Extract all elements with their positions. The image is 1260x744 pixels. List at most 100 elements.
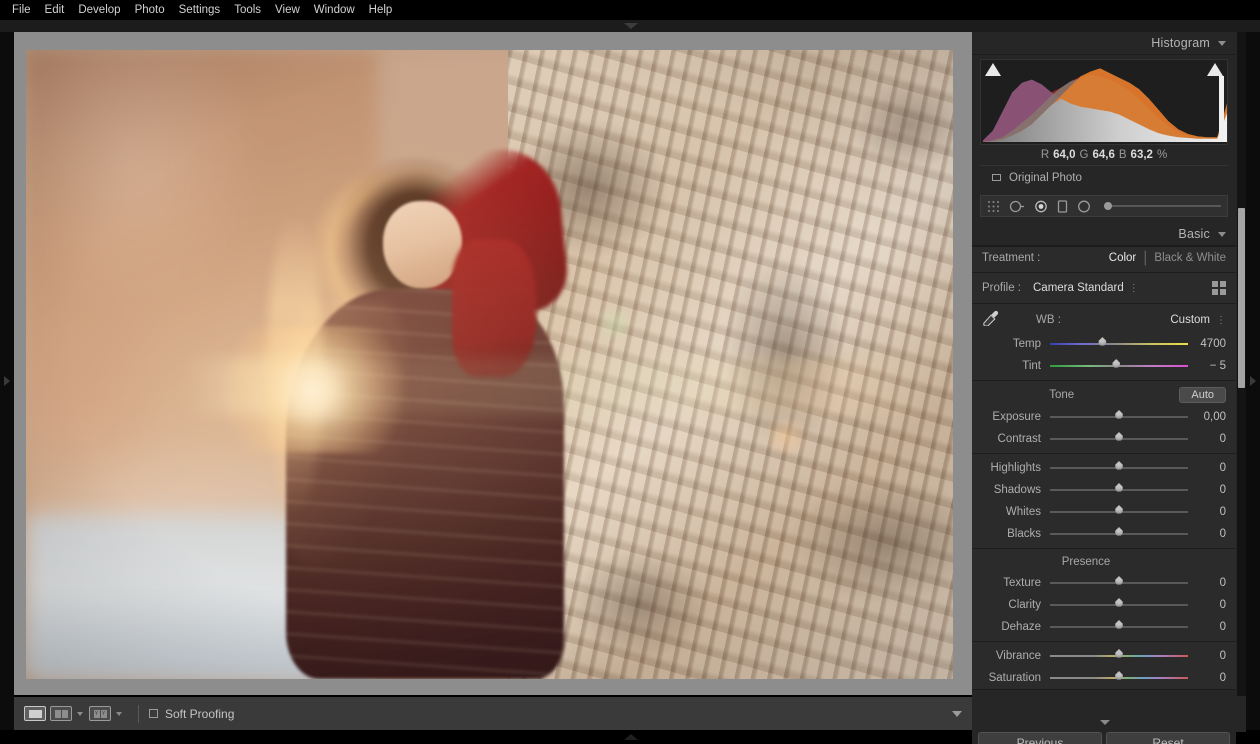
slider-exposure[interactable] bbox=[1050, 411, 1188, 423]
shadow-clipping-indicator[interactable] bbox=[985, 63, 1001, 76]
original-photo-row[interactable]: Original Photo bbox=[980, 165, 1228, 189]
tool-amount-slider-knob[interactable] bbox=[1104, 202, 1112, 210]
survey-view-options-caret-icon[interactable] bbox=[116, 711, 122, 716]
photo-frame[interactable] bbox=[14, 32, 972, 695]
slider-knob-blacks[interactable] bbox=[1114, 527, 1125, 540]
slider-tint[interactable] bbox=[1050, 360, 1188, 372]
top-panel-collapse-arrow-icon[interactable] bbox=[624, 22, 638, 30]
toolbar-options-caret-icon[interactable] bbox=[952, 710, 962, 717]
slider-whites[interactable] bbox=[1050, 506, 1188, 518]
slider-value-shadows[interactable]: 0 bbox=[1188, 484, 1226, 496]
menu-item-file[interactable]: File bbox=[5, 0, 38, 20]
slider-value-saturation[interactable]: 0 bbox=[1188, 672, 1226, 684]
loupe-view-button[interactable] bbox=[24, 706, 46, 721]
slider-value-highlights[interactable]: 0 bbox=[1188, 462, 1226, 474]
auto-tone-button[interactable]: Auto bbox=[1179, 387, 1226, 403]
tool-amount-slider[interactable] bbox=[1104, 202, 1221, 210]
slider-value-vibrance[interactable]: 0 bbox=[1188, 650, 1226, 662]
menu-item-view[interactable]: View bbox=[268, 0, 307, 20]
slider-value-clarity[interactable]: 0 bbox=[1188, 599, 1226, 611]
targeted-adjustment-tool-icon[interactable] bbox=[980, 695, 991, 696]
photo-preview[interactable] bbox=[26, 50, 953, 679]
slider-value-temp[interactable]: 4700 bbox=[1188, 338, 1226, 350]
slider-label-tint[interactable]: Tint bbox=[980, 360, 1050, 372]
slider-shadows[interactable] bbox=[1050, 484, 1188, 496]
slider-knob-exposure[interactable] bbox=[1114, 410, 1125, 423]
right-panel-scrollbar[interactable] bbox=[1237, 32, 1246, 696]
slider-label-clarity[interactable]: Clarity bbox=[980, 599, 1050, 611]
tone-curve-panel-header[interactable]: Tone Curve bbox=[972, 689, 1236, 696]
white-balance-selector-tool[interactable] bbox=[980, 310, 1002, 331]
red-eye-correction-tool[interactable] bbox=[1034, 200, 1048, 213]
menu-item-help[interactable]: Help bbox=[362, 0, 400, 20]
slider-dehaze[interactable] bbox=[1050, 621, 1188, 633]
slider-knob-highlights[interactable] bbox=[1114, 461, 1125, 474]
slider-knob-contrast[interactable] bbox=[1114, 432, 1125, 445]
slider-knob-clarity[interactable] bbox=[1114, 598, 1125, 611]
slider-label-shadows[interactable]: Shadows bbox=[980, 484, 1050, 496]
slider-contrast[interactable] bbox=[1050, 433, 1188, 445]
soft-proofing-checkbox[interactable] bbox=[149, 709, 158, 718]
slider-label-contrast[interactable]: Contrast bbox=[980, 433, 1050, 445]
reset-button[interactable]: Reset bbox=[1106, 732, 1230, 744]
chevron-down-icon[interactable] bbox=[1218, 40, 1226, 46]
slider-label-exposure[interactable]: Exposure bbox=[980, 411, 1050, 423]
white-balance-value[interactable]: Custom bbox=[1170, 314, 1210, 326]
menu-item-tools[interactable]: Tools bbox=[227, 0, 268, 20]
slider-value-tint[interactable]: − 5 bbox=[1188, 360, 1226, 372]
slider-knob-vibrance[interactable] bbox=[1114, 649, 1125, 662]
slider-clarity[interactable] bbox=[1050, 599, 1188, 611]
panel-collapse-caret-icon[interactable] bbox=[1100, 720, 1110, 725]
left-panel-collapse-arrow[interactable] bbox=[0, 32, 14, 732]
right-panel-collapse-arrow[interactable] bbox=[1246, 32, 1260, 732]
previous-button[interactable]: Previous bbox=[978, 732, 1102, 744]
slider-vibrance[interactable] bbox=[1050, 650, 1188, 662]
menu-item-photo[interactable]: Photo bbox=[128, 0, 172, 20]
compare-view-button[interactable] bbox=[50, 706, 72, 721]
compare-view-options-caret-icon[interactable] bbox=[77, 711, 83, 716]
slider-label-highlights[interactable]: Highlights bbox=[980, 462, 1050, 474]
slider-blacks[interactable] bbox=[1050, 528, 1188, 540]
histogram-panel-header[interactable]: Histogram bbox=[972, 32, 1236, 55]
slider-label-vibrance[interactable]: Vibrance bbox=[980, 650, 1050, 662]
profile-dropdown-icon[interactable]: ⋮ bbox=[1129, 283, 1139, 294]
slider-saturation[interactable] bbox=[1050, 672, 1188, 684]
slider-label-dehaze[interactable]: Dehaze bbox=[980, 621, 1050, 633]
slider-knob-whites[interactable] bbox=[1114, 505, 1125, 518]
slider-texture[interactable] bbox=[1050, 577, 1188, 589]
menu-item-window[interactable]: Window bbox=[307, 0, 362, 20]
slider-temp[interactable] bbox=[1050, 338, 1188, 350]
chevron-down-icon[interactable] bbox=[1218, 231, 1226, 237]
treatment-option-black-and-white[interactable]: Black & White bbox=[1154, 252, 1226, 264]
menu-item-develop[interactable]: Develop bbox=[71, 0, 127, 20]
slider-value-exposure[interactable]: 0,00 bbox=[1188, 411, 1226, 423]
slider-label-temp[interactable]: Temp bbox=[980, 338, 1050, 350]
slider-knob-tint[interactable] bbox=[1111, 359, 1122, 372]
graduated-filter-tool[interactable] bbox=[1057, 199, 1068, 213]
survey-view-button[interactable]: YY bbox=[89, 706, 111, 721]
profile-value[interactable]: Camera Standard bbox=[1033, 282, 1124, 294]
basic-panel-header[interactable]: Basic bbox=[972, 223, 1236, 246]
menu-item-edit[interactable]: Edit bbox=[38, 0, 72, 20]
slider-value-contrast[interactable]: 0 bbox=[1188, 433, 1226, 445]
slider-knob-temp[interactable] bbox=[1097, 337, 1108, 350]
slider-label-texture[interactable]: Texture bbox=[980, 577, 1050, 589]
right-panel-scrollbar-thumb[interactable] bbox=[1238, 208, 1245, 388]
slider-label-saturation[interactable]: Saturation bbox=[980, 672, 1050, 684]
slider-label-blacks[interactable]: Blacks bbox=[980, 528, 1050, 540]
treatment-option-color[interactable]: Color bbox=[1109, 252, 1136, 264]
histogram-chart[interactable] bbox=[980, 59, 1228, 145]
menu-item-settings[interactable]: Settings bbox=[172, 0, 228, 20]
soft-proofing-label[interactable]: Soft Proofing bbox=[165, 707, 234, 721]
slider-value-blacks[interactable]: 0 bbox=[1188, 528, 1226, 540]
slider-knob-texture[interactable] bbox=[1114, 576, 1125, 589]
crop-overlay-tool[interactable] bbox=[987, 200, 1000, 213]
slider-knob-saturation[interactable] bbox=[1114, 671, 1125, 684]
slider-highlights[interactable] bbox=[1050, 462, 1188, 474]
slider-knob-dehaze[interactable] bbox=[1114, 620, 1125, 633]
highlight-clipping-indicator[interactable] bbox=[1207, 63, 1223, 76]
slider-value-whites[interactable]: 0 bbox=[1188, 506, 1226, 518]
slider-label-whites[interactable]: Whites bbox=[980, 506, 1050, 518]
radial-filter-tool[interactable] bbox=[1077, 200, 1091, 213]
slider-value-dehaze[interactable]: 0 bbox=[1188, 621, 1226, 633]
